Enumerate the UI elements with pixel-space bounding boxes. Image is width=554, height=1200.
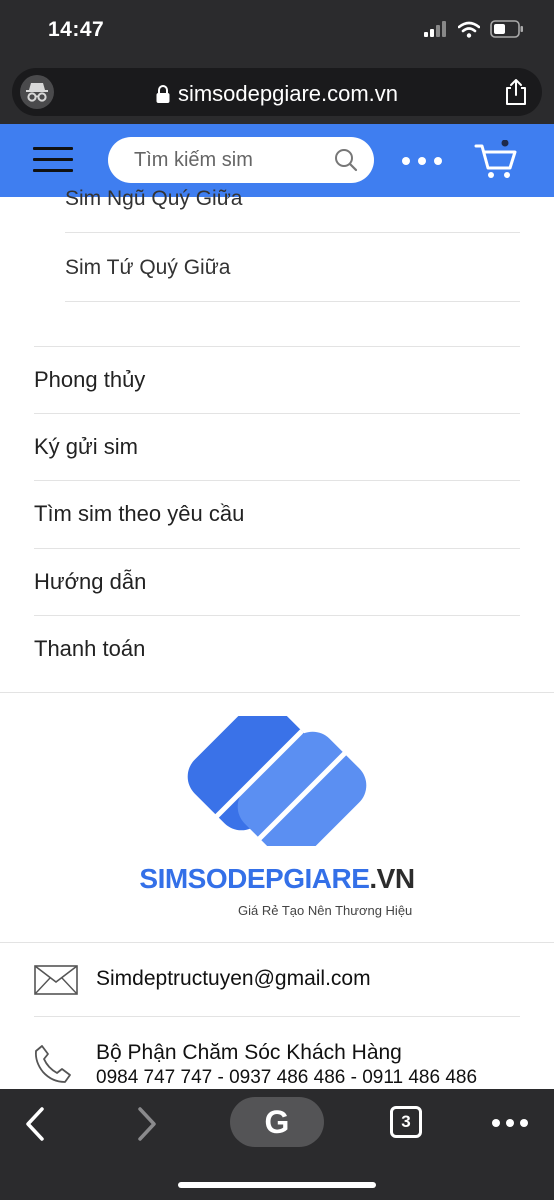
tab-count: 3 [401,1112,411,1131]
menu-item-label: Phong thủy [34,367,146,392]
lock-icon [156,85,170,103]
battery-icon [490,20,523,38]
address-bar[interactable]: simsodepgiare.com.vn [12,68,542,116]
submenu-item[interactable]: Sim Tứ Quý Giữa [65,234,520,302]
email-address: Simdeptructuyen@gmail.com [96,967,371,990]
phone-numbers: 0984 747 747 - 0937 486 486 - 0911 486 4… [96,1067,478,1088]
brand-suffix: .VN [369,863,415,894]
signal-icon [424,21,446,37]
brand-tagline: Giá Rẻ Tạo Nên Thương Hiệu [238,903,413,918]
contact-email[interactable]: Simdeptructuyen@gmail.com [0,943,554,1017]
wifi-icon [458,21,480,38]
back-icon[interactable] [24,1107,46,1141]
menu-item-tim-sim[interactable]: Tìm sim theo yêu cầu [34,480,520,547]
phone-icon [34,1045,71,1083]
menu-item-label: Hướng dẫn [34,569,147,594]
home-indicator [178,1182,376,1188]
google-button[interactable]: G [230,1097,324,1147]
phone-title: Bộ Phận Chăm Sóc Khách Hàng [96,1041,402,1064]
menu-item-ky-gui-sim[interactable]: Ký gửi sim [34,413,520,480]
more-icon[interactable] [402,157,442,165]
status-bar: 14:47 [0,0,554,62]
contact-phone[interactable]: Bộ Phận Chăm Sóc Khách Hàng 0984 747 747… [0,1017,554,1090]
forward-icon[interactable] [136,1107,158,1141]
status-icons [424,20,524,38]
menu-item-phong-thuy[interactable]: Phong thủy [34,346,520,413]
menu-item-label: Tìm sim theo yêu cầu [34,501,245,526]
submenu-item[interactable]: Sim Ngũ Quý Giữa [65,165,520,233]
logo-mark-icon [187,716,367,846]
brand-name: SIMSODEPGIARE.VN [0,863,554,895]
site-logo[interactable]: SIMSODEPGIARE.VN Giá Rẻ Tạo Nên Thương H… [0,693,554,942]
menu-item-label: Ký gửi sim [34,434,138,459]
envelope-icon [34,965,78,995]
google-label: G [264,1103,290,1140]
url-display[interactable]: simsodepgiare.com.vn [12,81,542,107]
menu-item-label: Thanh toán [34,636,146,661]
browser-address-area: simsodepgiare.com.vn [0,62,554,124]
submenu-item-label: Sim Ngũ Quý Giữa [65,187,243,210]
submenu-item-label: Sim Tứ Quý Giữa [65,256,231,279]
url-text: simsodepgiare.com.vn [177,81,399,106]
status-time: 14:47 [48,18,105,41]
share-icon[interactable] [504,78,528,111]
brand-main: SIMSODEPGIARE [139,863,370,894]
menu-item-thanh-toan[interactable]: Thanh toán [34,615,520,682]
more-icon[interactable] [492,1119,528,1127]
menu-item-huong-dan[interactable]: Hướng dẫn [34,548,520,615]
browser-toolbar: G 3 [0,1089,554,1200]
tabs-button[interactable]: 3 [390,1106,422,1138]
